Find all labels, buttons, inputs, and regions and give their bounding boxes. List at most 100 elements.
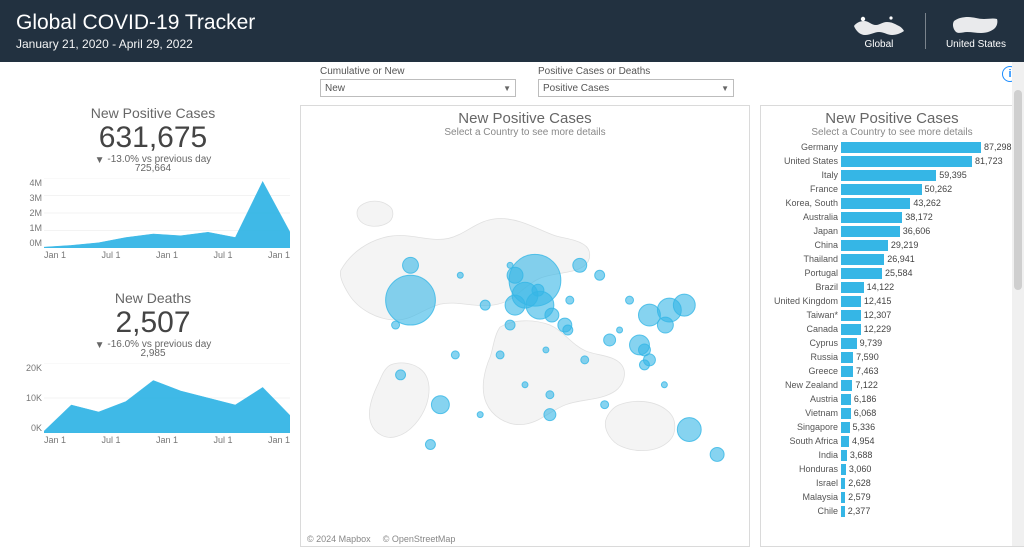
header-left: Global COVID-19 Tracker January 21, 2020… [16, 11, 255, 50]
country-bar-row[interactable]: France50,262 [761, 182, 1019, 196]
country-bar-rect [841, 492, 845, 503]
scrollbar[interactable] [1012, 62, 1024, 546]
country-bar-row[interactable]: China29,219 [761, 238, 1019, 252]
nav-us[interactable]: United States [944, 11, 1008, 52]
country-bar-cell: 50,262 [841, 184, 1019, 195]
map-subtitle: Select a Country to see more details [301, 127, 749, 138]
country-bar-rect [841, 506, 845, 517]
country-bar-value: 14,122 [867, 282, 895, 292]
country-bar-row[interactable]: Cyprus9,739 [761, 336, 1019, 350]
map-foot-osm: © OpenStreetMap [383, 534, 456, 544]
country-name: Taiwan* [761, 310, 841, 320]
country-bar-value: 59,395 [939, 170, 967, 180]
country-bar-row[interactable]: Australia38,172 [761, 210, 1019, 224]
kpi-cases-prev: 725,664 [16, 163, 290, 174]
country-bar-cell: 6,068 [841, 408, 1019, 419]
country-bar-cell: 81,723 [841, 156, 1019, 167]
filter-cumulative-select[interactable]: New ▼ [320, 79, 516, 97]
country-bar-value: 12,307 [864, 310, 892, 320]
header: Global COVID-19 Tracker January 21, 2020… [0, 0, 1024, 62]
country-name: Germany [761, 142, 841, 152]
country-bar-value: 12,229 [864, 324, 892, 334]
country-bar-row[interactable]: Korea, South43,262 [761, 196, 1019, 210]
country-bar-value: 2,579 [848, 492, 871, 502]
country-name: United Kingdom [761, 296, 841, 306]
country-bar-row[interactable]: United States81,723 [761, 154, 1019, 168]
country-name: Canada [761, 324, 841, 334]
country-name: Malaysia [761, 492, 841, 502]
country-bar-row[interactable]: Brazil 14,122 [761, 280, 1019, 294]
country-bar-row[interactable]: Portugal25,584 [761, 266, 1019, 280]
country-bar-row[interactable]: Italy59,395 [761, 168, 1019, 182]
map-title: New Positive Cases [301, 106, 749, 127]
country-bar-row[interactable]: Chile2,377 [761, 504, 1019, 518]
country-bar-row[interactable]: Austria6,186 [761, 392, 1019, 406]
country-name: Russia [761, 352, 841, 362]
country-bar-row[interactable]: United Kingdom 12,415 [761, 294, 1019, 308]
country-bar-value: 12,415 [864, 296, 892, 306]
country-bar-row[interactable]: Thailand26,941 [761, 252, 1019, 266]
deaths-trend-chart[interactable]: 20K10K0K Jan 1Jul 1Jan 1Jul 1Jan 1 [16, 363, 290, 459]
country-bar-list[interactable]: Germany 87,298 United States81,723Italy59,… [761, 140, 1023, 518]
country-bar-value: 25,584 [885, 268, 913, 278]
kpi-deaths-panel: New Deaths 2,507 ▼ -16.0% vs previous da… [16, 290, 290, 459]
country-bar-row[interactable]: Canada 12,229 [761, 322, 1019, 336]
nav-separator [925, 13, 926, 49]
kpi-cases-panel: New Positive Cases 631,675 ▼ -13.0% vs p… [16, 105, 290, 274]
country-bar-row[interactable]: Taiwan* 12,307 [761, 308, 1019, 322]
country-name: Austria [761, 394, 841, 404]
country-bar-rect [841, 352, 853, 363]
country-bar-cell: 29,219 [841, 240, 1019, 251]
country-bar-value: 87,298 [984, 142, 1012, 152]
country-bar-cell: 2,579 [841, 492, 1019, 503]
country-bar-row[interactable]: South Africa4,954 [761, 434, 1019, 448]
country-name: Greece [761, 366, 841, 376]
country-name: India [761, 450, 841, 460]
country-bar-row[interactable]: Germany 87,298 [761, 140, 1019, 154]
kpi-deaths-prev: 2,985 [16, 348, 290, 359]
country-bar-row[interactable]: Malaysia 2,579 [761, 490, 1019, 504]
country-bar-row[interactable]: India 3,688 [761, 448, 1019, 462]
country-bar-rect [841, 198, 910, 209]
country-bar-rect [841, 226, 900, 237]
scrollbar-thumb[interactable] [1014, 90, 1022, 290]
country-name: Thailand [761, 254, 841, 264]
country-bar-cell: 7,122 [841, 380, 1019, 391]
country-bar-row[interactable]: Greece 7,463 [761, 364, 1019, 378]
country-bar-cell: 26,941 [841, 254, 1019, 265]
filter-cumulative-value: New [325, 83, 345, 94]
country-name: Korea, South [761, 198, 841, 208]
country-name: Brazil [761, 282, 841, 292]
country-bar-value: 7,463 [856, 366, 879, 376]
country-bar-cell: 38,172 [841, 212, 1019, 223]
country-bar-value: 3,688 [850, 450, 873, 460]
country-bar-cell: 4,954 [841, 436, 1019, 447]
country-name: Australia [761, 212, 841, 222]
country-bar-row[interactable]: Israel2,628 [761, 476, 1019, 490]
country-bar-cell: 5,336 [841, 422, 1019, 433]
nav-global[interactable]: Global [851, 11, 907, 52]
country-bar-row[interactable]: New Zealand7,122 [761, 378, 1019, 392]
map-foot-mapbox: © 2024 Mapbox [307, 534, 371, 544]
country-bar-rect [841, 240, 888, 251]
country-bar-row[interactable]: Singapore5,336 [761, 420, 1019, 434]
country-bar-row[interactable]: Vietnam6,068 [761, 406, 1019, 420]
cases-trend-chart[interactable]: 4M3M2M1M0M Jan 1Jul 1Jan 1Jul 1Jan 1 [16, 178, 290, 274]
filter-metric-select[interactable]: Positive Cases ▼ [538, 79, 734, 97]
map-attribution: © 2024 Mapbox © OpenStreetMap [301, 532, 749, 546]
country-bar-value: 2,377 [848, 506, 871, 516]
page-title: Global COVID-19 Tracker [16, 11, 255, 34]
country-bar-value: 6,068 [854, 408, 877, 418]
country-bar-rect [841, 170, 936, 181]
kpi-cases-title: New Positive Cases [16, 105, 290, 121]
country-bar-row[interactable]: Russia7,590 [761, 350, 1019, 364]
country-bar-rect [841, 254, 884, 265]
country-bar-value: 2,628 [848, 478, 871, 488]
country-bar-row[interactable]: Japan36,606 [761, 224, 1019, 238]
map-canvas[interactable] [301, 138, 749, 532]
nav-us-label: United States [946, 39, 1006, 50]
nav-global-label: Global [865, 39, 894, 50]
deaths-y-ticks: 20K10K0K [16, 363, 42, 433]
country-bar-row[interactable]: Honduras3,060 [761, 462, 1019, 476]
country-name: France [761, 184, 841, 194]
